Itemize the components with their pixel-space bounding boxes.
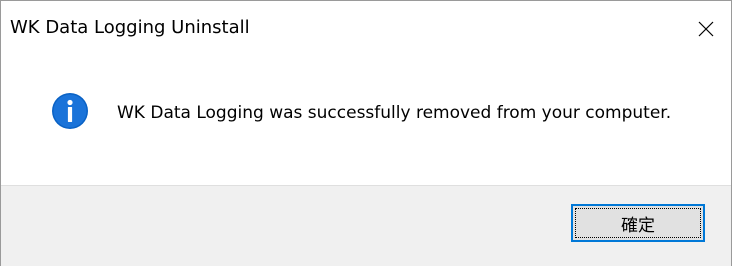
- info-icon: [52, 93, 88, 129]
- ok-button[interactable]: 確定: [571, 204, 705, 242]
- dialog-content: WK Data Logging was successfully removed…: [1, 57, 731, 185]
- close-button[interactable]: [681, 1, 731, 57]
- uninstall-dialog: WK Data Logging Uninstall WK Data Loggin…: [0, 0, 732, 266]
- status-message: WK Data Logging was successfully removed…: [117, 103, 672, 123]
- ok-button-label: 確定: [621, 215, 655, 236]
- title-bar: WK Data Logging Uninstall: [1, 1, 731, 57]
- button-bar: 確定: [1, 185, 731, 266]
- close-icon: [698, 21, 714, 37]
- window-title: WK Data Logging Uninstall: [10, 17, 250, 38]
